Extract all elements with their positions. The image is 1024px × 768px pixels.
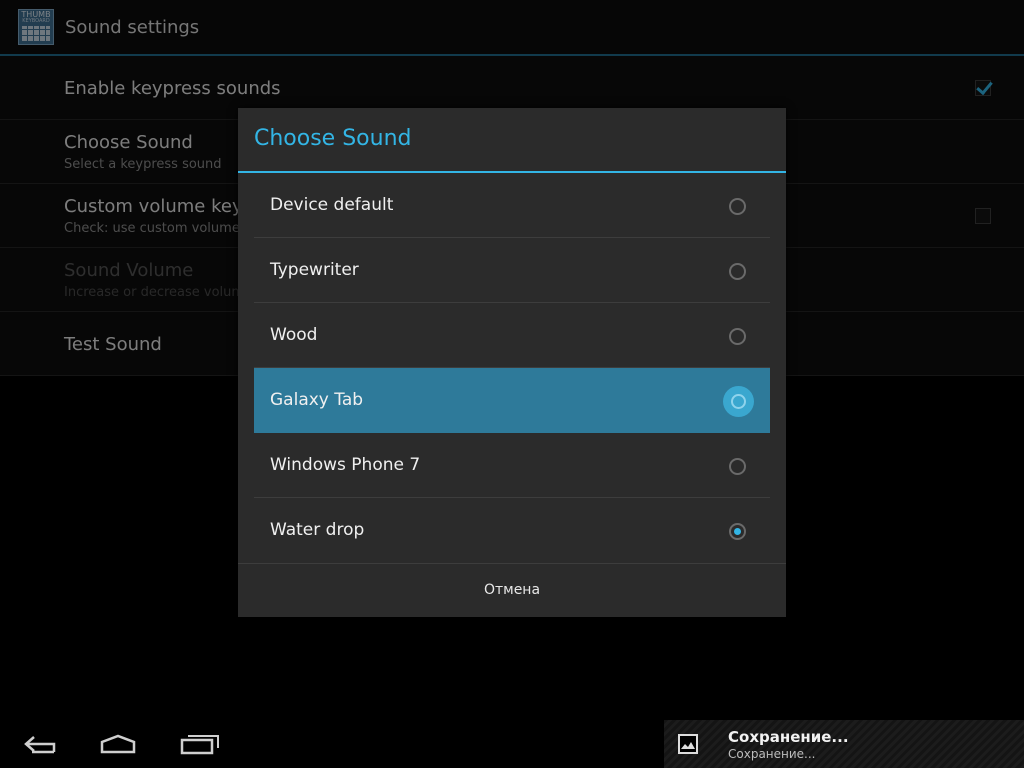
- sound-option-device-default[interactable]: Device default: [254, 173, 770, 238]
- option-label: Galaxy Tab: [270, 390, 364, 410]
- radio-button[interactable]: [729, 458, 746, 475]
- option-label: Typewriter: [270, 260, 359, 280]
- notification-item[interactable]: Сохранение... Сохранение...: [664, 720, 1024, 768]
- notification-title: Сохранение...: [728, 728, 849, 746]
- sound-option-water-drop[interactable]: Water drop: [254, 498, 770, 563]
- option-label: Windows Phone 7: [270, 455, 421, 475]
- choose-sound-dialog: Choose Sound Device default Typewriter W…: [238, 108, 786, 617]
- back-icon[interactable]: [12, 720, 76, 768]
- sound-option-typewriter[interactable]: Typewriter: [254, 238, 770, 303]
- sound-option-wood[interactable]: Wood: [254, 303, 770, 368]
- recent-apps-icon[interactable]: [168, 720, 232, 768]
- notification-subtitle: Сохранение...: [728, 747, 816, 761]
- radio-button[interactable]: [729, 328, 746, 345]
- option-label: Water drop: [270, 520, 365, 540]
- dialog-title: Choose Sound: [254, 126, 412, 151]
- radio-button[interactable]: [729, 263, 746, 280]
- radio-button[interactable]: [729, 198, 746, 215]
- option-label: Wood: [270, 325, 318, 345]
- radio-button[interactable]: [723, 386, 754, 417]
- radio-button-selected[interactable]: [729, 523, 746, 540]
- home-icon[interactable]: [88, 720, 152, 768]
- system-navigation-bar: Сохранение... Сохранение...: [0, 720, 1024, 768]
- dialog-button-bar: Отмена: [238, 563, 786, 617]
- cancel-button[interactable]: Отмена: [238, 564, 786, 617]
- sound-option-windows-phone-7[interactable]: Windows Phone 7: [254, 433, 770, 498]
- option-label: Device default: [270, 195, 394, 215]
- sound-option-galaxy-tab[interactable]: Galaxy Tab: [254, 368, 770, 433]
- image-icon: [678, 734, 698, 754]
